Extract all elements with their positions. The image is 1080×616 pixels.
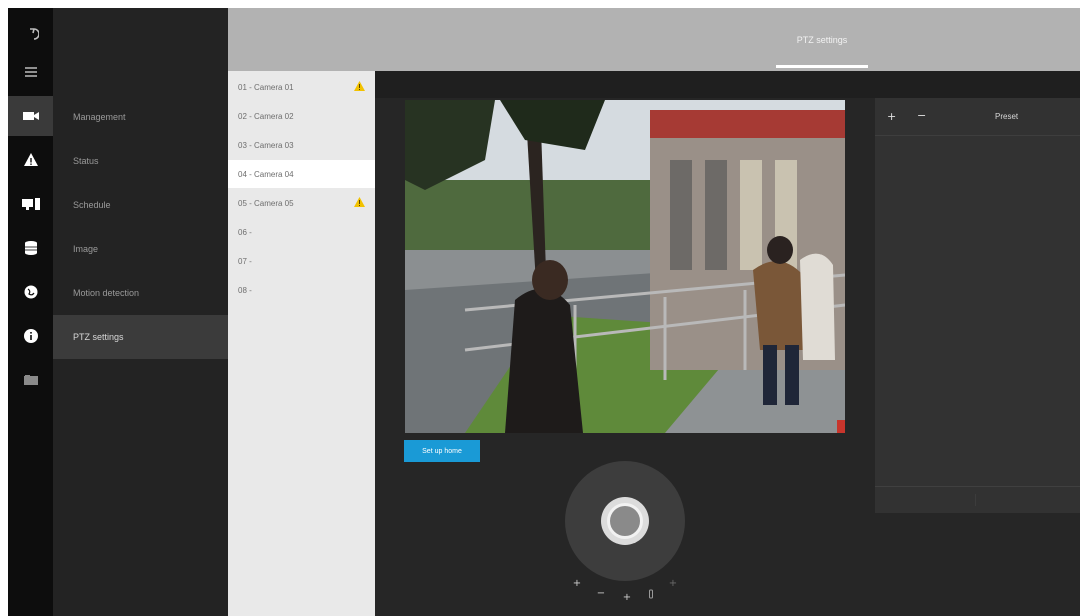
icon-rail bbox=[8, 8, 53, 616]
main-panel: Set up home + − + + + − Preset bbox=[375, 71, 1080, 616]
camera-icon bbox=[22, 112, 39, 120]
back-button[interactable] bbox=[8, 14, 53, 54]
set-up-home-button[interactable]: Set up home bbox=[404, 440, 480, 462]
zoom-out-button[interactable]: − bbox=[594, 587, 608, 601]
camera-label: 04 - Camera 04 bbox=[238, 169, 294, 179]
info-icon bbox=[23, 329, 38, 343]
camera-list-item[interactable]: 05 - Camera 05 bbox=[228, 189, 375, 217]
camera-label: 03 - Camera 03 bbox=[238, 140, 294, 150]
storage-button[interactable] bbox=[8, 228, 53, 268]
camera-list-item[interactable]: 06 - bbox=[228, 218, 375, 246]
camera-label: 05 - Camera 05 bbox=[238, 198, 294, 208]
iris-button[interactable] bbox=[644, 587, 658, 601]
iris-icon bbox=[649, 589, 653, 599]
tab-label: PTZ settings bbox=[796, 34, 848, 45]
list-icon bbox=[24, 67, 37, 77]
camera-list-item[interactable]: 02 - Camera 02 bbox=[228, 102, 375, 130]
focus-button[interactable]: + bbox=[620, 591, 634, 605]
back-arrow-icon bbox=[29, 28, 39, 40]
subnav-item-label: Image bbox=[73, 244, 99, 254]
ptz-joystick[interactable] bbox=[565, 461, 685, 581]
top-bar: PTZ settings bbox=[228, 8, 1080, 71]
camera-list-item[interactable]: 04 - Camera 04 bbox=[228, 160, 375, 188]
info-button[interactable] bbox=[8, 316, 53, 356]
warning-icon bbox=[354, 81, 365, 91]
globe-icon bbox=[24, 285, 37, 299]
menu-button[interactable] bbox=[8, 52, 53, 92]
network-button[interactable] bbox=[8, 272, 53, 312]
camera-list-item[interactable]: 07 - bbox=[228, 247, 375, 275]
subnav-item-status[interactable]: Status bbox=[53, 139, 228, 183]
active-tab-indicator bbox=[776, 65, 868, 68]
add-preset-button[interactable]: + bbox=[887, 110, 896, 123]
camera-label: 06 - bbox=[238, 227, 252, 237]
camera-button[interactable] bbox=[8, 96, 53, 136]
preset-panel: + − Preset bbox=[875, 98, 1080, 513]
subnav-item-ptz-settings[interactable]: PTZ settings bbox=[53, 315, 228, 359]
subnav-item-image[interactable]: Image bbox=[53, 227, 228, 271]
zoom-in-button[interactable]: + bbox=[570, 577, 584, 591]
subnav-item-label: Schedule bbox=[73, 200, 111, 210]
subnav-item-management[interactable]: Management bbox=[53, 95, 228, 139]
display-icon bbox=[21, 198, 40, 210]
video-scene bbox=[405, 100, 845, 433]
settings-subnav: Management Status Schedule Image Motion … bbox=[53, 8, 228, 616]
subnav-item-schedule[interactable]: Schedule bbox=[53, 183, 228, 227]
camera-list: 01 - Camera 01 02 - Camera 02 03 - Camer… bbox=[228, 71, 375, 616]
display-button[interactable] bbox=[8, 184, 53, 224]
storage-icon bbox=[24, 241, 37, 255]
preset-footer-divider bbox=[975, 494, 976, 506]
warning-icon bbox=[354, 197, 365, 207]
camera-label: 02 - Camera 02 bbox=[238, 111, 294, 121]
folder-icon bbox=[23, 375, 38, 385]
alert-icon bbox=[23, 153, 38, 166]
subnav-item-motion-detection[interactable]: Motion detection bbox=[53, 271, 228, 315]
subnav-item-label: PTZ settings bbox=[73, 332, 124, 342]
main-header-strip bbox=[375, 71, 1080, 98]
plus-button[interactable]: + bbox=[666, 577, 680, 591]
camera-list-item[interactable]: 03 - Camera 03 bbox=[228, 131, 375, 159]
remove-preset-button[interactable]: − bbox=[917, 109, 926, 122]
joystick-knob[interactable] bbox=[607, 503, 643, 539]
subnav-item-label: Management bbox=[73, 112, 126, 122]
alert-button[interactable] bbox=[8, 140, 53, 180]
folder-button[interactable] bbox=[8, 360, 53, 400]
preset-header: + − Preset bbox=[875, 98, 1080, 136]
subnav-item-label: Motion detection bbox=[73, 288, 140, 298]
preset-footer-line bbox=[875, 486, 1080, 487]
camera-video-feed[interactable] bbox=[405, 100, 845, 433]
joystick-ring bbox=[601, 497, 649, 545]
camera-label: 01 - Camera 01 bbox=[238, 82, 294, 92]
subnav-item-label: Status bbox=[73, 156, 99, 166]
ptz-control-bar: + − + + bbox=[564, 569, 684, 609]
camera-label: 07 - bbox=[238, 256, 252, 266]
camera-list-item[interactable]: 01 - Camera 01 bbox=[228, 73, 375, 101]
preset-title: Preset bbox=[995, 112, 1019, 121]
camera-list-item[interactable]: 08 - bbox=[228, 276, 375, 304]
camera-label: 08 - bbox=[238, 285, 252, 295]
tab-ptz-settings[interactable]: PTZ settings bbox=[776, 8, 868, 71]
